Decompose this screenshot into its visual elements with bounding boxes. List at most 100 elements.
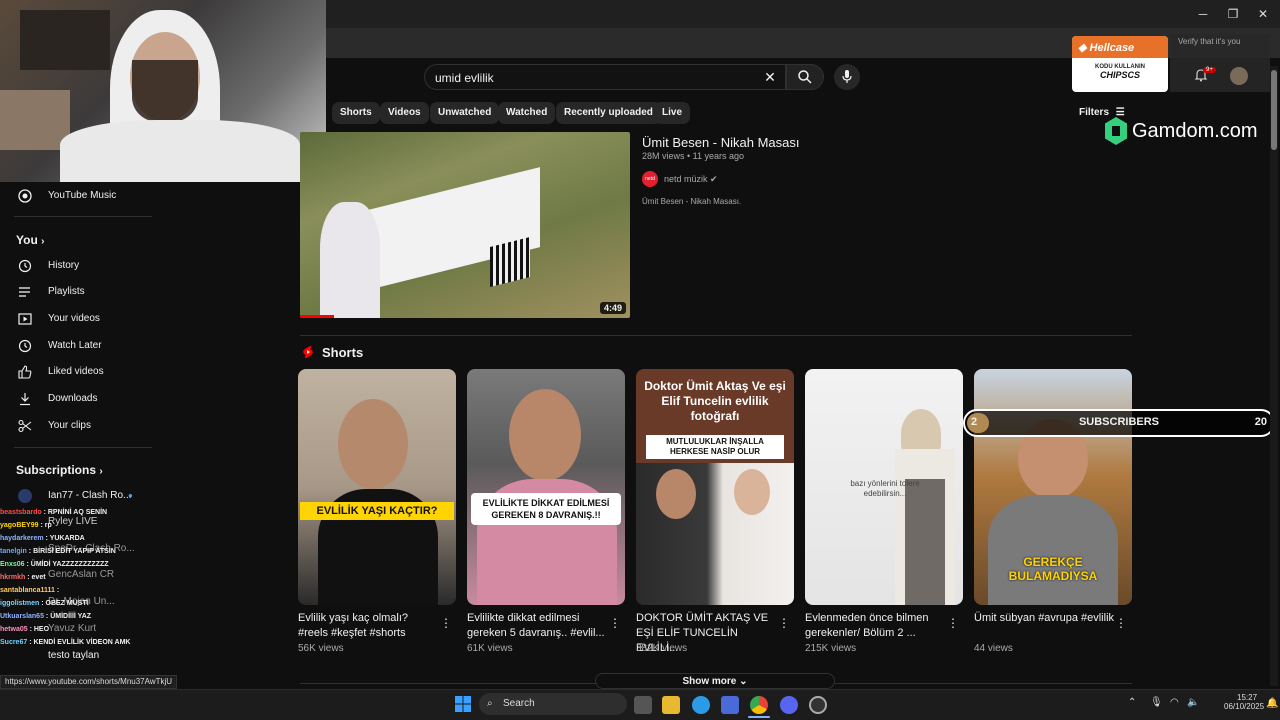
- chat-text: BİRİSİ EDİT YAPIP ATSIN: [33, 548, 116, 555]
- sidebar-item-youtube-music[interactable]: YouTube Music: [0, 184, 160, 208]
- chat-message: santablanca1111 :: [0, 587, 60, 594]
- short-thumbnail[interactable]: EVLİLİK YAŞI KAÇTIR?: [298, 369, 456, 605]
- chevron-up-icon[interactable]: ⌃: [1128, 697, 1136, 708]
- clear-search-icon[interactable]: ✕: [762, 69, 778, 85]
- chat-user: iggolistmen: [0, 600, 40, 607]
- subscriber-goal-bar: 2 SUBSCRIBERS 20: [963, 409, 1275, 437]
- discord-icon[interactable]: [780, 696, 798, 714]
- minimize-icon[interactable]: ─: [1186, 4, 1220, 24]
- chevron-right-icon: ›: [41, 236, 45, 247]
- maximize-icon[interactable]: ❐: [1216, 4, 1250, 24]
- download-icon: [20, 393, 30, 406]
- chip-unwatched[interactable]: Unwatched: [430, 102, 500, 124]
- voice-search-button[interactable]: [834, 64, 860, 90]
- stream-chat-overlay: beastsbardo : RPNİNİ AQ SENİN yagoBEY99 …: [0, 506, 196, 656]
- windows-start-icon[interactable]: [455, 696, 471, 712]
- chat-text: rp: [44, 522, 52, 529]
- piano-keys: [490, 237, 530, 287]
- show-more-button[interactable]: Show more ⌄: [595, 673, 835, 689]
- chat-text: RPNİNİ AQ SENİN: [47, 509, 108, 516]
- scrollbar-track[interactable]: [1270, 66, 1278, 686]
- short-title[interactable]: Evlilikte dikkat edilmesi gereken 5 davr…: [467, 611, 607, 641]
- short-thumbnail[interactable]: EVLİLİKTE DİKKAT EDİLMESİ GEREKEN 8 DAVR…: [467, 369, 625, 605]
- chip-watched[interactable]: Watched: [498, 102, 556, 124]
- channel-name[interactable]: netd müzik ✔: [664, 174, 718, 185]
- chat-user: tanelgin: [0, 548, 27, 555]
- short-title[interactable]: Evlilik yaşı kaç olmalı? #reels #keşfet …: [298, 611, 438, 641]
- notification-badge: 9+: [1203, 67, 1216, 73]
- hellcase-ad: ◆ Hellcase KODU KULLANIN CHIPSCS: [1072, 36, 1168, 92]
- search-icon: [798, 70, 812, 84]
- subscriber-goal-label: SUBSCRIBERS: [1078, 416, 1160, 428]
- account-avatar[interactable]: [1230, 67, 1248, 85]
- sidebar-item-label: YouTube Music: [48, 190, 117, 201]
- chip-shorts[interactable]: Shorts: [332, 102, 380, 124]
- sidebar-divider: [14, 216, 152, 217]
- short-thumbnail[interactable]: Doktor Ümit Aktaş Ve eşi Elif Tuncelin e…: [636, 369, 794, 605]
- sidebar-item-label: Liked videos: [48, 366, 104, 377]
- chat-text: KENDİ EVLİLİK VİDEON AMK: [33, 639, 131, 646]
- channel-avatar[interactable]: netd: [642, 171, 658, 187]
- video-thumbnail[interactable]: 4:49: [300, 132, 630, 318]
- sidebar-item-label: History: [48, 260, 80, 271]
- sidebar-item-downloads[interactable]: Downloads: [0, 387, 160, 411]
- more-options-icon[interactable]: ⋮: [1115, 616, 1127, 630]
- scrollbar-thumb[interactable]: [1271, 70, 1277, 150]
- short-thumbnail[interactable]: GEREKÇE BULAMADIYSA: [974, 369, 1132, 605]
- chat-user: hkrmkh: [0, 574, 26, 581]
- playlists-icon: [19, 287, 30, 297]
- chip-recently-uploaded[interactable]: Recently uploaded: [556, 102, 661, 124]
- search-input[interactable]: umid evlilik: [424, 64, 786, 90]
- notification-center-icon[interactable]: 🔔: [1266, 698, 1278, 709]
- edge-browser-icon[interactable]: [692, 696, 710, 714]
- short-title[interactable]: Ümit sübyan #avrupa #evlilik: [974, 611, 1114, 626]
- sidebar-item-liked-videos[interactable]: Liked videos: [0, 360, 160, 384]
- microphone-icon[interactable]: 🎙: [1150, 697, 1163, 708]
- sidebar-item-label: Watch Later: [48, 340, 102, 351]
- file-explorer-icon[interactable]: [662, 696, 680, 714]
- short-title[interactable]: Evlenmeden önce bilmen gerekenler/ Bölüm…: [805, 611, 945, 641]
- store-icon[interactable]: [721, 696, 739, 714]
- chat-user: Utkuarslan65: [0, 613, 44, 620]
- sidebar-item-history[interactable]: History: [0, 254, 160, 278]
- chat-user: Sucre67: [0, 639, 28, 646]
- chat-message: hkrmkh : evet: [0, 574, 46, 581]
- sidebar-subscription-item[interactable]: Ian77 - Clash Ro... ●: [0, 484, 160, 508]
- chat-message: tanelgin : BİRİSİ EDİT YAPIP ATSIN: [0, 548, 116, 555]
- you-section-header[interactable]: You ›: [16, 233, 44, 247]
- chat-user: Enxs06: [0, 561, 25, 568]
- search-button[interactable]: [786, 64, 824, 90]
- bride-figure: [320, 202, 380, 318]
- sidebar-item-watch-later[interactable]: Watch Later: [0, 334, 160, 358]
- sidebar-item-your-clips[interactable]: Your clips: [0, 414, 160, 438]
- close-icon[interactable]: ✕: [1246, 4, 1280, 24]
- you-header-label: You: [16, 233, 38, 247]
- more-options-icon[interactable]: ⋮: [778, 616, 790, 630]
- clock-date: 06/10/2025: [1224, 702, 1265, 711]
- taskbar-clock[interactable]: 15:27 06/10/2025: [1224, 693, 1264, 711]
- short-thumbnail[interactable]: bazı yönlerini tolere edebilirsin...: [805, 369, 963, 605]
- verify-banner[interactable]: Verify that it's you: [1170, 34, 1270, 92]
- more-options-icon[interactable]: ⋮: [947, 616, 959, 630]
- chrome-icon[interactable]: [750, 696, 768, 714]
- sidebar-divider: [14, 447, 152, 448]
- more-options-icon[interactable]: ⋮: [609, 616, 621, 630]
- more-options-icon[interactable]: ⋮: [440, 616, 452, 630]
- chat-message: Enxs06 : ÜMİDİ YAZZZZZZZZZZZ: [0, 561, 109, 568]
- wifi-icon[interactable]: ◠: [1170, 697, 1179, 708]
- volume-icon[interactable]: 🔈: [1187, 697, 1199, 708]
- microphone-icon: [842, 70, 852, 83]
- sidebar-item-your-videos[interactable]: Your videos: [0, 307, 160, 331]
- task-view-icon[interactable]: [634, 696, 652, 714]
- chevron-down-icon: ⌄: [739, 676, 748, 687]
- obs-icon[interactable]: [809, 696, 827, 714]
- chat-message: iggolistmen : OBEZ MUSTİ: [0, 600, 89, 607]
- sidebar-item-playlists[interactable]: Playlists: [0, 280, 160, 304]
- watch-later-icon: [18, 339, 32, 353]
- video-title[interactable]: Ümit Besen - Nikah Masası: [642, 135, 800, 150]
- chip-videos[interactable]: Videos: [380, 102, 429, 124]
- taskbar-search[interactable]: ⌕ Search: [479, 693, 627, 715]
- person-face: [509, 389, 581, 481]
- chip-live[interactable]: Live: [654, 102, 691, 124]
- subscriptions-section-header[interactable]: Subscriptions ›: [16, 463, 103, 477]
